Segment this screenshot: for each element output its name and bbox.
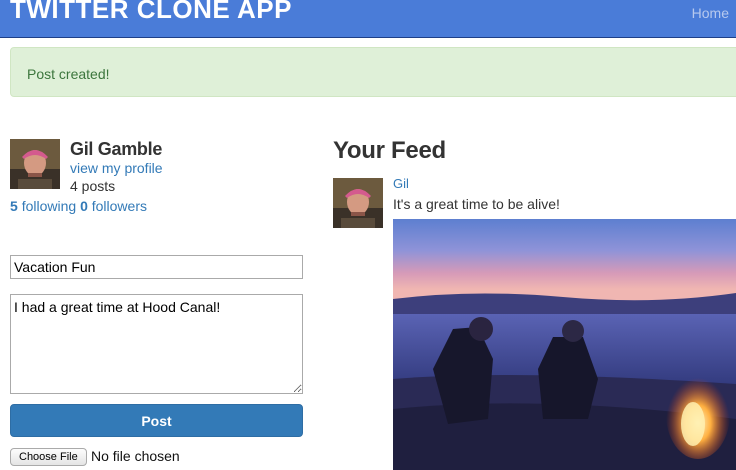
- following-label: following: [21, 198, 77, 214]
- post-button[interactable]: Post: [10, 404, 303, 437]
- followers-label: followers: [91, 198, 147, 214]
- following-link[interactable]: 5 following: [10, 198, 76, 214]
- alert-message: Post created!: [27, 66, 110, 82]
- choose-file-button[interactable]: Choose File: [10, 448, 87, 466]
- navbar: TWITTER CLONE APP Home: [0, 0, 736, 38]
- posts-count: 4 posts: [70, 178, 116, 194]
- user-name: Gil Gamble: [70, 139, 163, 159]
- brand-title[interactable]: TWITTER CLONE APP: [10, 0, 292, 25]
- home-link[interactable]: Home: [692, 5, 729, 21]
- followers-count: 0: [80, 198, 88, 214]
- follow-stats: 5 following 0 followers: [10, 198, 147, 214]
- avatar[interactable]: [10, 139, 60, 189]
- feed-avatar[interactable]: [333, 178, 383, 228]
- post-title-input[interactable]: [10, 255, 303, 279]
- following-count: 5: [10, 198, 18, 214]
- post-content-textarea[interactable]: I had a great time at Hood Canal!: [10, 294, 303, 394]
- feed-title: Your Feed: [333, 137, 446, 164]
- followers-link[interactable]: 0 followers: [80, 198, 147, 214]
- file-status: No file chosen: [91, 448, 180, 464]
- feed-photo: [393, 219, 736, 470]
- feed-author-link[interactable]: Gil: [393, 176, 409, 191]
- success-alert: Post created!: [10, 47, 736, 97]
- feed-post-text: It's a great time to be alive!: [393, 196, 560, 212]
- view-profile-link[interactable]: view my profile: [70, 160, 163, 176]
